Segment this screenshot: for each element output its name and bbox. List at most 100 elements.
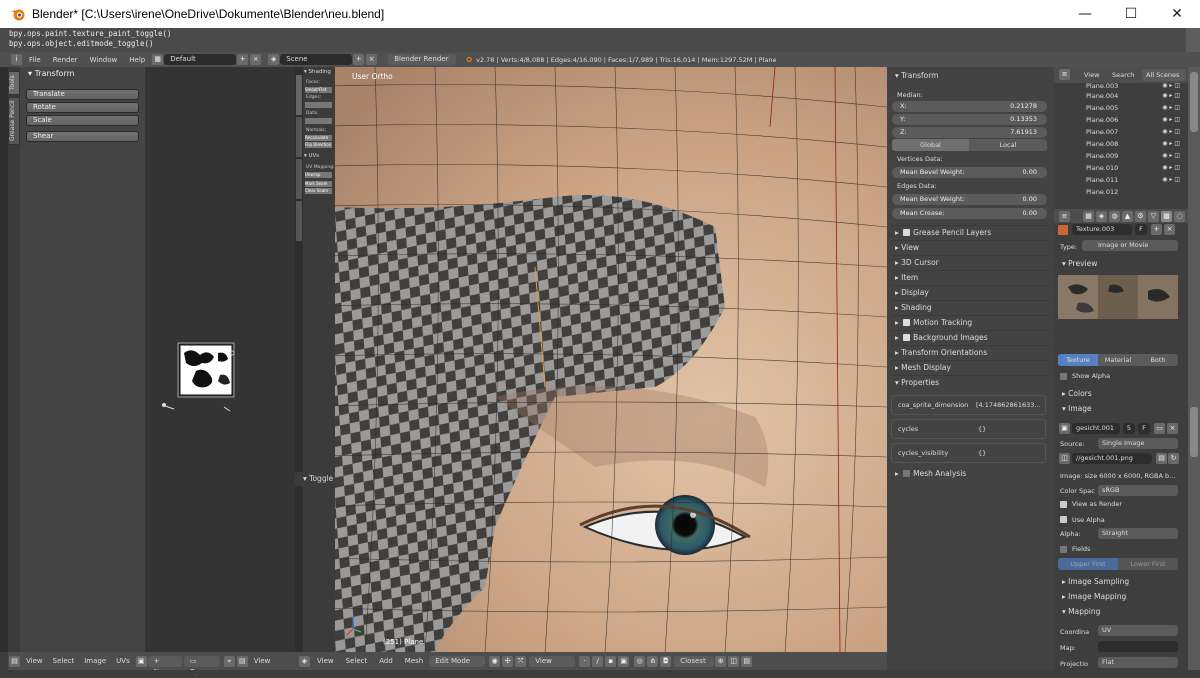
outliner-item[interactable]: Plane.008 ◉ ▸ ◫ [1058,138,1184,150]
checkbox-icon[interactable] [903,229,911,236]
remove-layout-icon[interactable]: × [250,54,262,65]
shelf-tab[interactable] [296,201,302,241]
menu-select[interactable]: Select [53,657,75,665]
shelf-tab[interactable] [296,159,302,199]
prop-cycles-visibility[interactable]: cycles_visibility {} [891,443,1046,463]
median-z-field[interactable]: Z: 7.61913 [892,127,1047,138]
transform-orientation-select[interactable]: View [529,655,576,667]
outliner-item[interactable]: Plane.010 ◉ ▸ ◫ [1058,162,1184,174]
pivot-icon[interactable]: ✣ [502,655,514,667]
browse-file-icon[interactable]: ▤ [1156,453,1167,464]
menu-image[interactable]: Image [84,657,106,665]
menu-file[interactable]: File [29,56,41,64]
image-browse-icon[interactable]: ▣ [135,655,147,667]
editor-type-icon[interactable]: ≡ [1059,211,1070,222]
transform-panel-header[interactable]: ▾ Transform [20,67,145,81]
data-buttons[interactable] [305,118,332,124]
close-button[interactable]: ✕ [1154,0,1200,28]
background-images-section[interactable]: ▸ Background Images [891,330,1050,344]
fake-user-button[interactable]: F [1135,224,1147,235]
scene-icon[interactable]: ◈ [268,54,280,65]
smooth-faces-button[interactable]: Smooth [305,87,320,93]
global-toggle[interactable]: Global [892,139,969,151]
lower-first-toggle[interactable]: Lower First [1118,558,1178,570]
visibility-icons[interactable]: ◉ ▸ ◫ [1162,126,1180,138]
scene-field[interactable]: Scene [280,54,353,65]
outliner-item[interactable]: Plane.012 [1058,186,1184,196]
prop-cycles[interactable]: cycles {} [891,419,1046,439]
menu-select[interactable]: Select [346,657,368,665]
fields-checkbox[interactable] [1060,546,1067,553]
snap-icon[interactable]: ⋔ [647,655,659,667]
editor-type-icon[interactable]: i [11,54,22,65]
shelf-tab[interactable] [296,117,302,157]
remove-scene-icon[interactable]: × [366,54,378,65]
uv-map-field[interactable] [1098,641,1178,652]
transform-section-header[interactable]: ▾ Transform [891,69,1050,83]
flip-direction-button[interactable]: Flip Direction [305,142,332,148]
clear-seam-button[interactable]: Clear Seam [305,188,332,194]
editor-type-icon[interactable]: ▤ [9,655,20,667]
visibility-icons[interactable]: ◉ ▸ ◫ [1162,102,1180,114]
menu-render[interactable]: Render [53,56,78,64]
transform-orientations-section[interactable]: ▸ Transform Orientations [891,345,1050,359]
open-image-icon[interactable]: ▭ [1154,423,1165,434]
edge-select-icon[interactable]: / [592,655,604,667]
show-alpha-checkbox[interactable] [1060,373,1067,380]
add-scene-icon[interactable]: + [353,54,365,65]
image-path-field[interactable]: //gesicht.001.png [1072,453,1152,464]
unlink-image-icon[interactable]: × [1167,423,1178,434]
outliner-item[interactable]: Plane.007 ◉ ▸ ◫ [1058,126,1184,138]
texture-context-material[interactable]: Material [1098,354,1138,366]
preview-section[interactable]: ▾ Preview [1058,257,1183,271]
coordinates-select[interactable]: UV [1098,625,1178,636]
editor-type-icon[interactable]: ≡ [1059,69,1070,80]
render-engine-select[interactable]: Blender Render [388,54,457,65]
remove-texture-icon[interactable]: × [1164,224,1175,235]
image-name-field[interactable]: gesicht.001 [1072,423,1120,434]
texture-name-field[interactable]: Texture.003 [1072,224,1132,235]
checkbox-icon[interactable] [903,319,911,326]
upper-first-toggle[interactable]: Upper First [1058,558,1118,570]
menu-view[interactable]: View [26,657,43,665]
tab-tools[interactable]: Tools [8,71,20,95]
outliner-menu-search[interactable]: Search [1112,71,1134,79]
outliner-item[interactable]: Plane.006 ◉ ▸ ◫ [1058,114,1184,126]
visibility-icons[interactable]: ◉ ▸ ◫ [1162,138,1180,150]
snap-target-select[interactable]: Closest [674,655,715,667]
mesh-analysis-section[interactable]: ▸ Mesh Analysis [891,467,1050,481]
flat-faces-button[interactable]: Flat [319,87,332,93]
editor-type-icon[interactable]: ◈ [299,655,310,667]
tab-grease-pencil[interactable]: Grease Pencil [8,97,20,145]
use-alpha-checkbox[interactable] [1060,516,1067,523]
colorspace-select[interactable]: sRGB [1098,485,1178,496]
outliner-item[interactable]: Plane.004 ◉ ▸ ◫ [1058,90,1184,102]
recalculate-button[interactable]: Recalculate [305,135,332,141]
shading-mode-icon[interactable]: ◉ [489,655,501,667]
physics-tab-icon[interactable]: ◌ [1174,211,1185,222]
local-toggle[interactable]: Local [969,139,1047,151]
right-scrollbar[interactable] [1188,67,1200,670]
add-texture-icon[interactable]: + [1151,224,1162,235]
view-label[interactable]: View [254,657,271,665]
object-tab-icon[interactable]: ▲ [1122,211,1133,222]
menu-mesh[interactable]: Mesh [405,657,423,665]
mean-crease-field[interactable]: Mean Crease: 0.00 [892,208,1047,219]
vertex-select-icon[interactable]: · [579,655,591,667]
median-y-field[interactable]: Y: 0.13353 [892,114,1047,125]
occlude-icon[interactable]: ▣ [618,655,630,667]
3d-viewport[interactable] [295,67,887,652]
world-tab-icon[interactable]: ◍ [1109,211,1120,222]
pin-icon[interactable]: ⌖ [223,655,235,667]
mesh-display-section[interactable]: ▸ Mesh Display [891,360,1050,374]
texture-type-select[interactable]: Image or Movie [1082,240,1178,251]
item-section[interactable]: ▸ Item [891,270,1050,284]
image-sampling-section[interactable]: ▸ Image Sampling [1058,575,1183,589]
mode-select[interactable]: Edit Mode [429,655,486,667]
render-tab-icon[interactable]: ▦ [1083,211,1094,222]
checkbox-icon[interactable] [903,470,911,477]
face-select-icon[interactable]: ▪ [605,655,617,667]
snap-element-icon[interactable]: ◘ [660,655,672,667]
view-section[interactable]: ▸ View [891,240,1050,254]
image-mapping-section[interactable]: ▸ Image Mapping [1058,590,1183,604]
